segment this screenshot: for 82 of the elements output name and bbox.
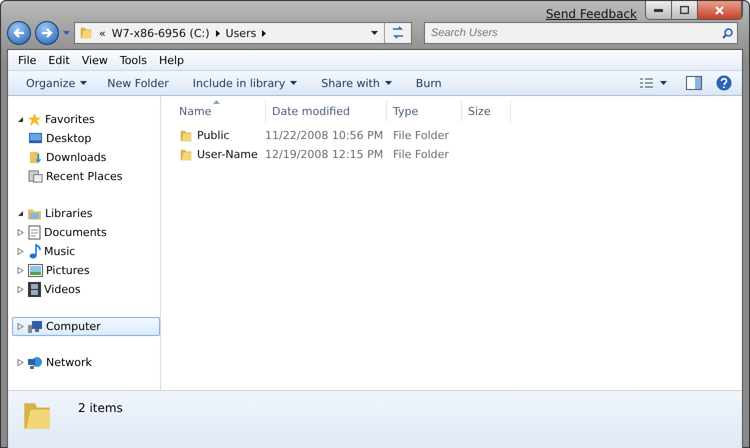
star-icon: [27, 112, 42, 127]
menu-item[interactable]: Help: [154, 54, 188, 66]
column-header[interactable]: Size: [462, 100, 511, 122]
column-header[interactable]: Date modified: [266, 100, 387, 122]
document-icon: [28, 225, 41, 240]
help-icon[interactable]: [716, 75, 732, 91]
nav-item[interactable]: Libraries: [12, 204, 159, 223]
library-folder-icon: [27, 206, 42, 220]
nav-item[interactable]: Pictures: [12, 261, 159, 280]
collapsed-arrow-icon[interactable]: [17, 359, 24, 366]
column-header[interactable]: Name: [173, 100, 266, 122]
breadcrumb-arrow-icon[interactable]: [216, 30, 220, 36]
collapsed-arrow-icon[interactable]: [17, 323, 24, 330]
folder-icon: [179, 128, 193, 142]
menu-item[interactable]: Edit: [44, 54, 74, 66]
sort-arrow-icon: [213, 100, 220, 104]
forward-button[interactable]: [35, 21, 59, 45]
date-cell-text: 12/19/2008 12:15 PM: [264, 148, 384, 161]
menu-item[interactable]: View: [78, 54, 112, 66]
toolbar-button[interactable]: New Folder: [97, 76, 179, 90]
nav-item[interactable]: Music: [12, 242, 159, 261]
item-count: 2 items: [78, 401, 123, 415]
type-cell-text: File Folder: [392, 129, 450, 142]
minimize-icon: [654, 8, 663, 12]
nav-item[interactable]: Videos: [12, 280, 159, 299]
caret-icon: [290, 81, 298, 85]
dropdown-caret-icon[interactable]: [371, 31, 378, 35]
nav-item[interactable]: Network: [12, 353, 159, 372]
back-arrow-icon: [13, 28, 25, 38]
music-note-icon: [28, 244, 41, 259]
maximize-button[interactable]: [672, 1, 698, 19]
nav-item[interactable]: Recent Places: [12, 167, 159, 186]
nav-item[interactable]: Documents: [12, 223, 159, 242]
minimize-button[interactable]: [646, 1, 672, 19]
film-icon: [28, 282, 41, 297]
collapsed-arrow-icon[interactable]: [17, 267, 24, 274]
nav-item[interactable]: Downloads: [12, 148, 159, 167]
collapsed-arrow-icon[interactable]: [17, 286, 24, 293]
file-row[interactable]: Public 11/22/2008 10:56 PM File Folder: [173, 126, 742, 145]
file-name: User-Name: [173, 148, 259, 162]
picture-frame-icon: [28, 264, 43, 277]
expanded-arrow-icon[interactable]: [17, 116, 24, 123]
breadcrumb[interactable]: Users: [226, 26, 256, 40]
forward-arrow-icon: [41, 28, 53, 38]
download-folder-icon: [28, 150, 43, 165]
breadcrumb-arrow-icon[interactable]: [262, 30, 266, 36]
computer-icon: [27, 320, 43, 334]
date-cell-text: 11/22/2008 10:56 PM: [264, 129, 384, 142]
toolbar-button[interactable]: Share with: [311, 76, 402, 90]
send-feedback-link[interactable]: Send Feedback: [546, 7, 637, 21]
network-icon: [27, 356, 43, 370]
maximize-icon: [680, 6, 689, 14]
toolbar-button[interactable]: Include in library: [182, 76, 308, 90]
collapsed-arrow-icon[interactable]: [17, 229, 24, 236]
nav-item[interactable]: Favorites: [12, 110, 159, 129]
file-name: Public: [173, 128, 259, 142]
back-button[interactable]: [7, 21, 31, 45]
address-bar[interactable]: « W7-x86-6956 (C:) Users: [74, 22, 412, 44]
search-field[interactable]: Search Users: [424, 22, 738, 44]
type-cell-text: File Folder: [392, 148, 450, 161]
monitor-icon: [28, 132, 43, 145]
close-button[interactable]: [698, 1, 742, 19]
menu-item[interactable]: File: [14, 54, 40, 66]
caret-icon: [384, 81, 392, 85]
toolbar-button[interactable]: Burn: [406, 76, 452, 90]
column-header[interactable]: Type: [387, 100, 462, 122]
nav-item[interactable]: Desktop: [12, 129, 159, 148]
caret-icon: [80, 81, 88, 85]
view-options-icon[interactable]: [640, 77, 668, 89]
toolbar-button[interactable]: Organize: [16, 76, 98, 90]
breadcrumb[interactable]: W7-x86-6956 (C:): [112, 26, 210, 40]
recent-places-icon: [28, 169, 43, 184]
preview-pane-icon[interactable]: [686, 76, 702, 90]
menu-item[interactable]: Tools: [116, 54, 151, 66]
nav-item[interactable]: Computer: [12, 317, 160, 336]
folder-icon: [179, 148, 193, 162]
close-icon: [715, 6, 724, 14]
overflow-chevron[interactable]: «: [99, 26, 106, 40]
collapsed-arrow-icon[interactable]: [17, 248, 24, 255]
file-row[interactable]: User-Name 12/19/2008 12:15 PM File Folder: [173, 145, 742, 164]
folder-icon: [79, 26, 93, 40]
expanded-arrow-icon[interactable]: [17, 210, 24, 217]
